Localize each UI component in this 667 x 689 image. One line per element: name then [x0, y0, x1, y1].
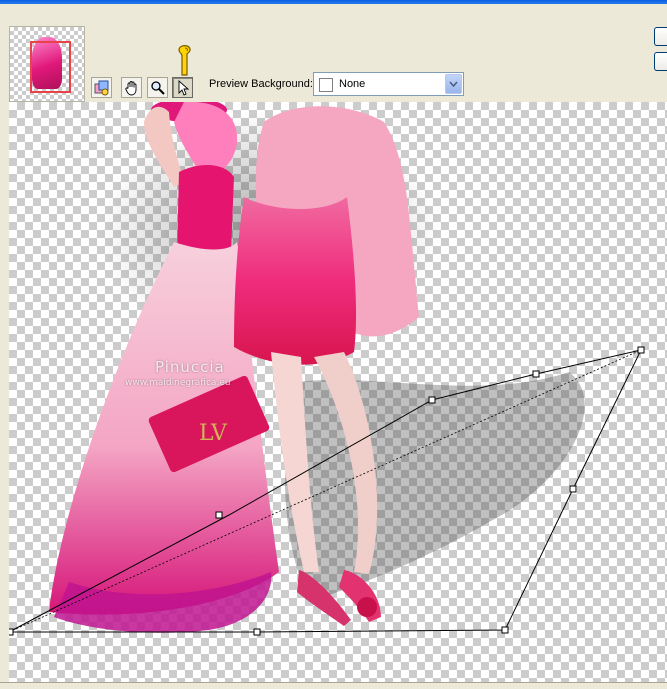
arrow-pointer-icon [178, 79, 189, 96]
preview-layers-icon [94, 80, 108, 95]
handle-bottom-mid[interactable] [253, 628, 261, 636]
handle-right-mid[interactable] [569, 485, 577, 493]
watermark-title: Pinuccia [155, 358, 225, 376]
hand-icon [124, 80, 136, 95]
bodice [177, 165, 234, 260]
handle-bottom-left[interactable] [9, 628, 14, 636]
handle-top-mid-left[interactable] [428, 396, 436, 404]
pleated-skirt [234, 197, 357, 365]
preview-background-select[interactable]: None [313, 72, 464, 96]
pointer-tool-button[interactable] [172, 77, 193, 98]
dropdown-arrow-button[interactable] [445, 74, 462, 94]
handle-top-mid-right[interactable] [532, 370, 540, 378]
tutorial-hand-pointer-icon [178, 45, 191, 76]
magnifier-icon [150, 80, 165, 95]
side-panel-button-top[interactable] [654, 27, 667, 46]
shoe-bow [357, 597, 377, 617]
zoom-tool-button[interactable] [147, 77, 168, 98]
watermark-url: www.maidinegrafica.eu [125, 378, 231, 388]
navigator-tool-button[interactable] [91, 77, 112, 98]
handle-left-mid[interactable] [215, 511, 223, 519]
artwork: LV [9, 102, 645, 636]
navigator-viewport-rect[interactable] [30, 41, 71, 93]
navigator-preview[interactable] [9, 26, 85, 102]
pan-tool-button[interactable] [121, 77, 142, 98]
cast-shadow [285, 372, 585, 602]
preview-background-value: None [339, 78, 366, 90]
handle-top-right[interactable] [637, 346, 645, 354]
preview-canvas[interactable]: LV Pinuccia www.maidinegrafica.eu [9, 102, 667, 682]
handle-bottom-right[interactable] [501, 626, 509, 634]
chevron-down-icon [449, 81, 458, 87]
clutch-logo: LV [199, 421, 228, 446]
side-panel-button-bottom[interactable] [654, 52, 667, 71]
background-swatch [319, 78, 333, 92]
preview-background-label: Preview Background: [209, 78, 313, 90]
